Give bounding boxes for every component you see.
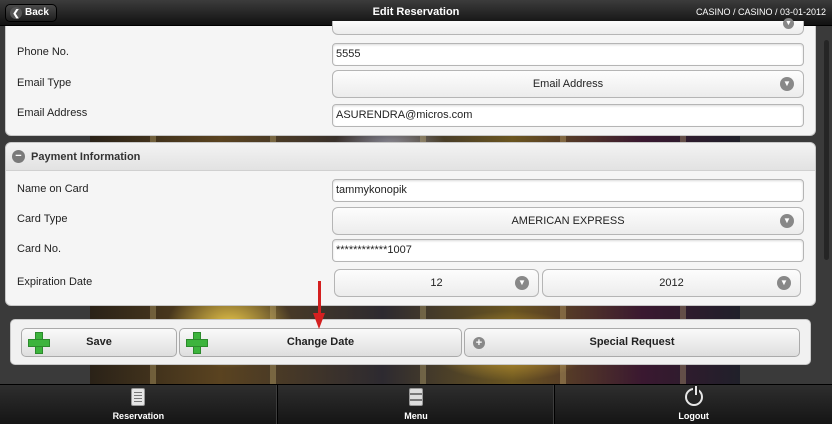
footer-menu-button[interactable]: Menu — [278, 385, 556, 424]
email-type-select[interactable]: Email Address ▼ — [332, 70, 804, 98]
email-address-label: Email Address — [17, 107, 88, 119]
payment-section-title: Payment Information — [31, 150, 141, 163]
email-address-field[interactable]: ASURENDRA@micros.com — [332, 104, 804, 127]
expiration-month-value: 12 — [430, 277, 443, 289]
annotation-arrow-shaft — [318, 281, 321, 314]
action-bar: Save Change Date + Special Request — [10, 319, 811, 365]
email-type-value: Email Address — [532, 78, 604, 90]
save-button[interactable]: Save — [21, 328, 177, 357]
add-circle-icon: + — [473, 337, 485, 349]
plus-icon — [186, 332, 208, 354]
card-type-value: AMERICAN EXPRESS — [511, 215, 625, 227]
save-label: Save — [86, 336, 112, 348]
change-date-label: Change Date — [286, 336, 355, 348]
footer-reservation-button[interactable]: Reservation — [0, 385, 278, 424]
contact-panel: ▼ Phone No. 5555 Email Type Email Addres… — [5, 18, 816, 136]
chevron-down-icon: ▼ — [515, 276, 529, 290]
special-request-label: Special Request — [589, 336, 675, 348]
card-type-label: Card Type — [17, 213, 68, 225]
email-type-label: Email Type — [17, 77, 72, 89]
chevron-down-icon: ▼ — [783, 18, 794, 29]
footer-logout-label: Logout — [678, 411, 709, 421]
footer-logout-button[interactable]: Logout — [555, 385, 832, 424]
annotation-arrow-head — [313, 313, 325, 329]
expiration-label: Expiration Date — [17, 276, 93, 288]
phone-label: Phone No. — [17, 46, 69, 58]
collapse-icon: − — [12, 150, 25, 163]
name-on-card-field[interactable]: tammykonopik — [332, 179, 804, 202]
payment-section-header[interactable]: − Payment Information — [6, 143, 815, 171]
card-type-select[interactable]: AMERICAN EXPRESS ▼ — [332, 207, 804, 235]
phone-field[interactable]: 5555 — [332, 43, 804, 66]
plus-icon — [28, 332, 50, 354]
card-number-field[interactable]: ************1007 — [332, 239, 804, 262]
scrollbar[interactable] — [824, 40, 829, 260]
footer-menu-label: Menu — [404, 411, 428, 421]
name-on-card-label: Name on Card — [17, 183, 89, 195]
expiration-month-select[interactable]: 12 ▼ — [334, 269, 539, 297]
footer-reservation-label: Reservation — [112, 411, 165, 421]
chevron-down-icon: ▼ — [780, 77, 794, 91]
card-number-label: Card No. — [17, 243, 62, 255]
payment-panel: − Payment Information Name on Card tammy… — [5, 142, 816, 306]
chevron-down-icon: ▼ — [777, 276, 791, 290]
change-date-button[interactable]: Change Date — [179, 328, 462, 357]
footer-nav: Reservation Menu Logout — [0, 384, 832, 424]
expiration-year-select[interactable]: 2012 ▼ — [542, 269, 801, 297]
partial-dropdown[interactable]: ▼ — [332, 18, 804, 35]
chevron-down-icon: ▼ — [780, 214, 794, 228]
document-icon — [131, 388, 146, 406]
menu-icon — [409, 388, 423, 406]
power-icon — [684, 386, 703, 406]
special-request-button[interactable]: + Special Request — [464, 328, 800, 357]
expiration-year-value: 2012 — [659, 277, 684, 289]
